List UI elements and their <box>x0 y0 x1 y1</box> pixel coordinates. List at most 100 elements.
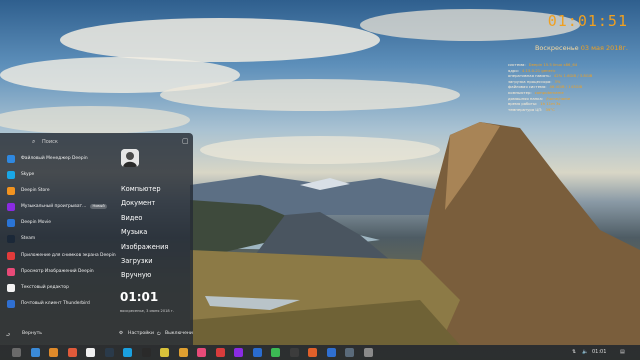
app-list-item[interactable]: Steam <box>0 233 110 249</box>
widget-stat-value: 42% 1.6GiB / 3.8GiB <box>553 73 593 79</box>
app-list-item[interactable]: Почтовый клиент Thunderbird <box>0 298 110 314</box>
calendar-icon[interactable] <box>67 348 77 357</box>
folder-link[interactable]: Компьютер <box>121 182 168 196</box>
widget-stat-key: время работы: <box>508 101 538 107</box>
notification-icon[interactable]: ▤ <box>620 349 625 355</box>
app-list-item[interactable]: Skype <box>0 169 110 185</box>
taskbar-dock: ⇅ 🔈 01:01 ▤ <box>0 345 640 360</box>
app-list-item[interactable]: Приложение для снимков экрана Deepin <box>0 250 116 266</box>
menu-date: воскресенье, 3 июня 2018 г. <box>120 309 174 313</box>
screenshot-icon[interactable] <box>215 348 225 357</box>
app-list-item[interactable]: Deepin Store <box>0 185 110 201</box>
app-list-item[interactable]: Текстовый редактор <box>0 282 110 298</box>
app-list-item[interactable]: Музыкальный проигрыват... Новый <box>0 201 110 217</box>
menu-clock: 01:01 <box>120 290 159 304</box>
fullscreen-toggle-icon[interactable]: ▢ <box>182 138 189 145</box>
widget-stat-value: 4.15.0-21 generic <box>521 67 556 73</box>
app-label: Просмотр Изображений Deepin <box>21 268 94 274</box>
app-icon <box>7 267 15 276</box>
app-label: Почтовый клиент Thunderbird <box>21 300 90 306</box>
widget-date-rest: 03 мая 2018г. <box>580 44 628 52</box>
widget-stat-value: 46.4GiB / 143GiB <box>549 84 583 90</box>
mail-icon[interactable] <box>326 348 336 357</box>
app-label: Steam <box>21 236 36 242</box>
folder-list: Компьютер Документ Видео Музыка Изображения З… <box>121 182 168 283</box>
image-viewer-icon[interactable] <box>197 348 206 357</box>
deepin-store-icon[interactable] <box>49 348 58 357</box>
launcher-icon[interactable] <box>12 348 21 357</box>
app-icon <box>7 187 15 196</box>
menu-footer: ⮐ Вернуть ⚙ Настройки ⏻ Выключени <box>0 326 193 345</box>
video-icon[interactable] <box>252 348 262 357</box>
system-monitor-widget: 01:01:51 Воскресенье 03 мая 2018г. систе… <box>508 12 628 112</box>
avatar[interactable] <box>121 149 139 167</box>
trash-icon[interactable] <box>363 348 373 357</box>
paint-icon[interactable] <box>160 348 169 357</box>
folder-link[interactable]: Видео <box>121 211 168 225</box>
folder-link[interactable]: Загрузки <box>121 254 168 268</box>
app-label: Приложение для снимков экрана Deepin <box>21 252 116 258</box>
widget-stat-key: загрузка процессора: <box>508 78 552 84</box>
back-arrow-icon[interactable]: ⮐ <box>6 331 10 339</box>
power-button[interactable]: Выключени <box>165 331 193 336</box>
network-icon[interactable]: ⇅ <box>572 349 576 355</box>
widget-stat-key: система: <box>508 62 526 67</box>
app-icon <box>7 171 15 180</box>
app-label: Skype <box>21 172 35 178</box>
app-icon <box>7 155 15 163</box>
folder-link[interactable]: Изображения <box>121 240 168 254</box>
widget-stat-value: Deepin 15.5 linux x86_64 <box>528 62 578 67</box>
folder-link[interactable]: Документ <box>121 196 168 210</box>
widget-stat-value: 3% <box>554 78 561 84</box>
widget-stat-value: 1h 11m 3s <box>540 101 561 107</box>
app-label: Deepin Store <box>21 188 50 194</box>
search-input[interactable]: Поиск <box>42 139 58 145</box>
app-list-item[interactable]: Файловый Менеджер Deepin <box>0 153 110 169</box>
app-list-item[interactable]: Deepin Movie <box>0 217 110 233</box>
app-icon <box>7 203 15 212</box>
folder-link[interactable]: Вручную <box>121 268 168 282</box>
widget-stat-value: /home/name <box>546 95 571 101</box>
deepin-file-manager-icon[interactable] <box>30 348 40 357</box>
app-icon <box>7 251 15 260</box>
steam-icon[interactable] <box>104 348 114 357</box>
widget-stat-key: ядро: <box>508 67 519 73</box>
volume-icon[interactable]: 🔈 <box>582 349 588 355</box>
tray-time[interactable]: 01:01 <box>592 349 606 355</box>
app-label: Текстовый редактор <box>21 284 69 290</box>
widget-stat-key: домашняя папка: <box>508 95 544 101</box>
skype-icon[interactable] <box>123 348 132 357</box>
monitor-icon[interactable] <box>289 348 299 357</box>
downloader-icon[interactable] <box>308 348 317 357</box>
music-icon[interactable] <box>234 348 243 357</box>
new-badge: Новый <box>90 203 108 209</box>
widget-date-day: Воскресенье <box>534 44 579 52</box>
app-icon <box>7 219 15 228</box>
settings-button[interactable]: Настройки <box>128 331 154 336</box>
widget-stat-key: температура ЦП: <box>508 106 543 112</box>
search-icon: ⌕ <box>32 138 36 145</box>
app-label: Файловый Менеджер Deepin <box>21 156 88 161</box>
widget-stat-key: компьютер: <box>508 89 532 95</box>
widget-stat-row: температура ЦП: 39°C <box>508 107 628 113</box>
search-bar[interactable]: ⌕ Поиск <box>5 137 145 147</box>
widget-stat-key: оперативная память: <box>508 73 551 79</box>
chrome-icon[interactable] <box>271 348 280 357</box>
widget-stat-key: файловая система: <box>508 84 547 90</box>
cleaner-icon[interactable] <box>178 348 188 357</box>
widget-stat-value: 39°C <box>545 106 555 112</box>
settings-gear-icon[interactable]: ⚙ <box>119 331 123 336</box>
app-list-item[interactable]: Просмотр Изображений Deepin <box>0 266 110 282</box>
text-editor-icon[interactable] <box>86 348 95 357</box>
app-label: Музыкальный проигрыват... <box>21 204 87 210</box>
widget-stats: система: Deepin 15.5 linux x86_64 ядро: 4.1… <box>508 62 628 112</box>
terminal-icon[interactable] <box>141 348 151 357</box>
app-icon <box>7 283 15 292</box>
widget-stat-value: computername <box>534 89 564 95</box>
folder-link[interactable]: Музыка <box>121 225 168 239</box>
back-button[interactable]: Вернуть <box>22 331 42 336</box>
settings-icon[interactable] <box>345 348 354 357</box>
widget-date: Воскресенье 03 мая 2018г. <box>508 44 628 52</box>
power-icon[interactable]: ⏻ <box>157 331 161 337</box>
app-icon <box>7 299 15 308</box>
